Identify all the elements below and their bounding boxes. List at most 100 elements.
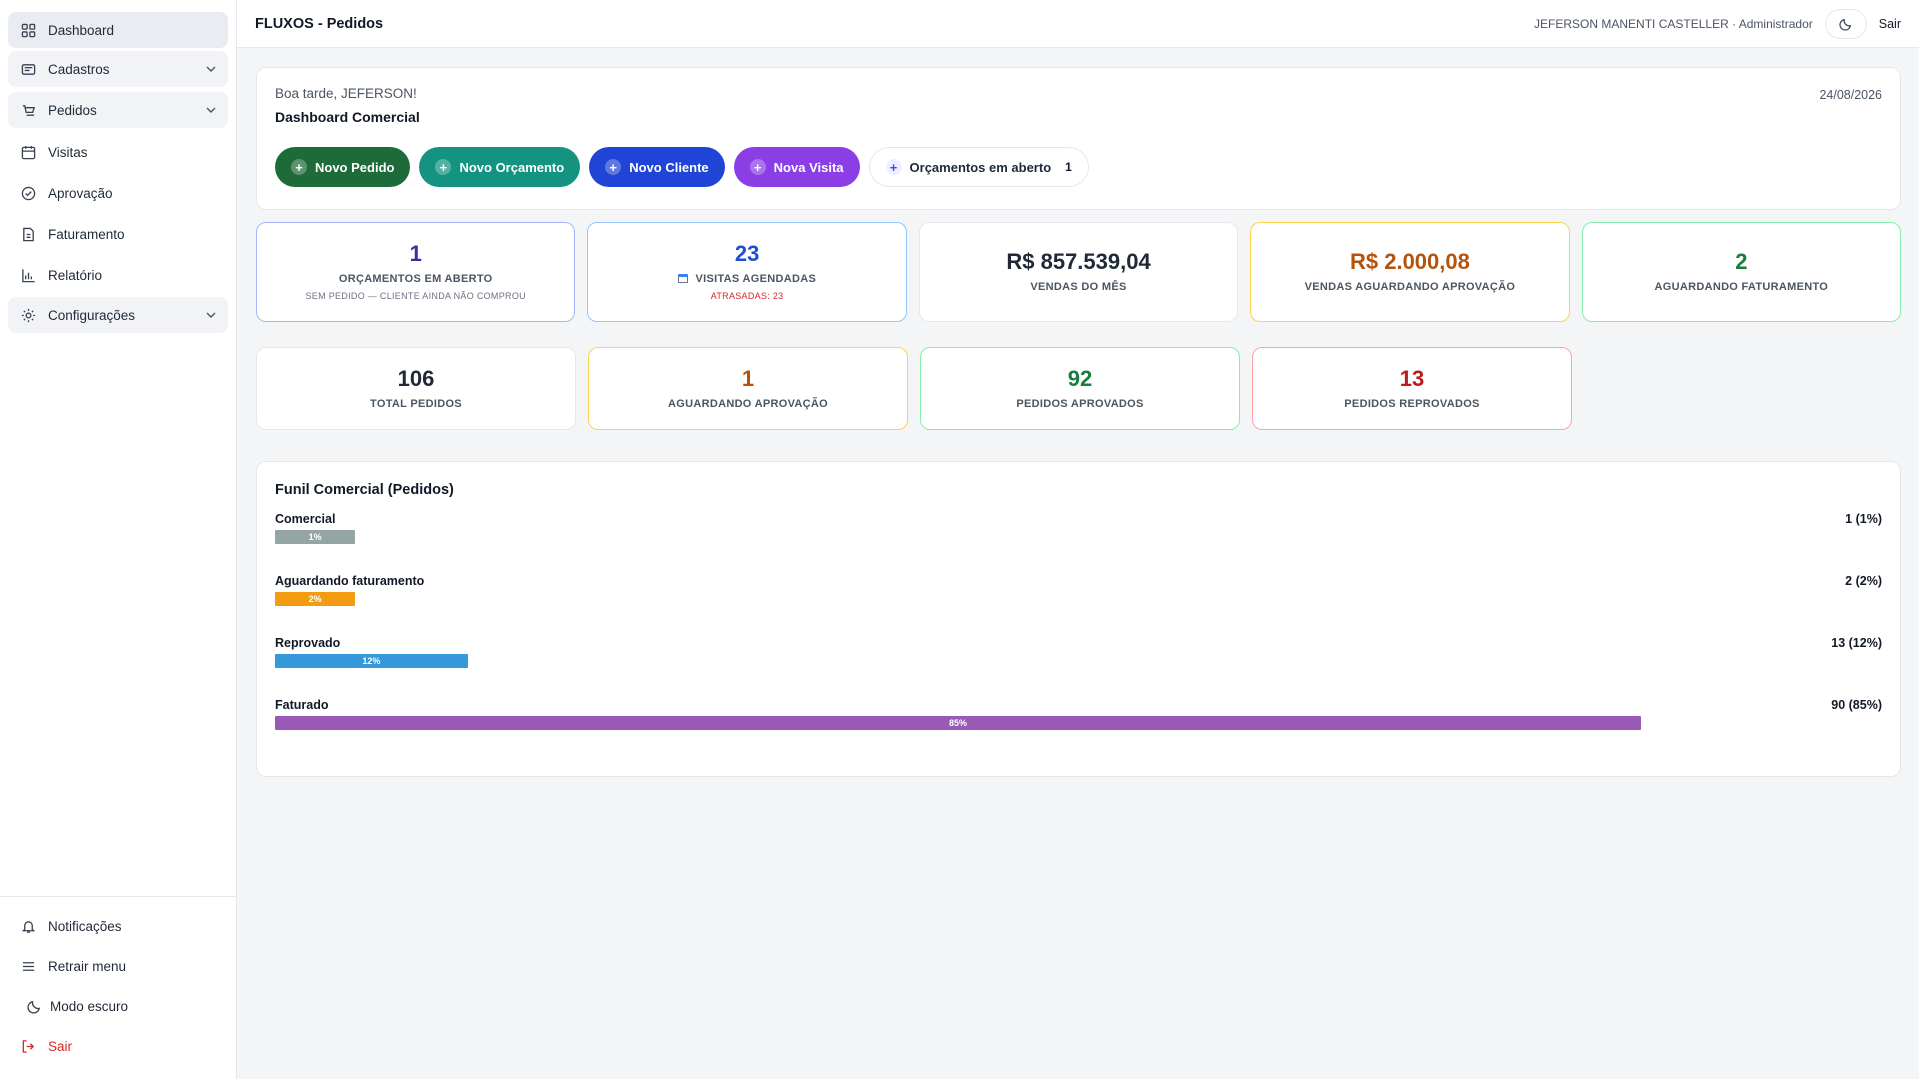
current-date: 24/08/2026 <box>1819 88 1882 102</box>
funnel-row: Aguardando faturamento 2 (2%) 2% <box>275 574 1882 624</box>
sidebar-item-pedidos[interactable]: Pedidos <box>8 92 228 128</box>
dark-mode-label: Modo escuro <box>50 998 129 1014</box>
open-quotes-count: 1 <box>1065 160 1072 174</box>
kpi-label: ORÇAMENTOS EM ABERTO <box>338 273 493 285</box>
sidebar-item-visitas[interactable]: Visitas <box>8 133 228 171</box>
funnel-stage-stat: 1 (1%) <box>1845 512 1882 526</box>
logout-icon <box>20 1038 36 1054</box>
kpi-total-orders[interactable]: 106 TOTAL PEDIDOS <box>256 347 576 430</box>
kpi-value: 92 <box>1067 365 1093 391</box>
notifications-button[interactable]: Notificações <box>8 907 228 945</box>
funnel-bar: 1% <box>275 530 356 544</box>
kpi-value: R$ 2.000,08 <box>1349 249 1470 274</box>
sidebar-item-label: Pedidos <box>48 102 97 118</box>
sidebar-item-label: Visitas <box>48 144 88 160</box>
kpi-label: AGUARDANDO APROVAÇÃO <box>668 397 828 410</box>
page-title: FLUXOS - Pedidos <box>255 15 384 32</box>
funnel-stage-stat: 90 (85%) <box>1831 698 1882 712</box>
new-quote-button[interactable]: + Novo Orçamento <box>419 147 581 187</box>
kpi-scheduled-visits[interactable]: 23 VISITAS AGENDADAS ATRASADAS: 23 <box>587 222 907 322</box>
new-client-label: Novo Cliente <box>629 159 709 175</box>
new-quote-label: Novo Orçamento <box>459 159 565 175</box>
new-client-button[interactable]: + Novo Cliente <box>589 147 725 187</box>
funnel-stage-name: Faturado <box>275 698 329 712</box>
kpi-value: 1 <box>741 365 755 391</box>
funnel-bar-track: 1% <box>275 530 1882 544</box>
collapse-menu-button[interactable]: Retrair menu <box>8 947 228 985</box>
funnel-bar-label: 1% <box>308 532 322 542</box>
kpi-label: PEDIDOS APROVADOS <box>1016 397 1144 410</box>
funnel-bar-track: 2% <box>275 592 1882 606</box>
theme-toggle-button[interactable] <box>1824 8 1867 39</box>
main-content: Boa tarde, JEFERSON! Dashboard Comercial… <box>256 67 1902 777</box>
funnel-stage-name: Comercial <box>275 512 336 526</box>
kpi-awaiting-billing[interactable]: 2 AGUARDANDO FATURAMENTO <box>1581 222 1902 322</box>
open-quotes-label: Orçamentos em aberto <box>909 159 1052 175</box>
gear-icon <box>20 307 36 323</box>
open-quotes-button[interactable]: + Orçamentos em aberto 1 <box>868 147 1089 187</box>
new-order-button[interactable]: + Novo Pedido <box>275 147 411 187</box>
greeting: Boa tarde, JEFERSON! <box>275 86 417 101</box>
kpi-open-quotes[interactable]: 1 ORÇAMENTOS EM ABERTO SEM PEDIDO — CLIE… <box>256 222 576 322</box>
bell-icon <box>20 918 36 934</box>
calendar-icon <box>20 144 36 160</box>
sidebar-item-label: Dashboard <box>48 22 115 38</box>
kpi-row-1: 1 ORÇAMENTOS EM ABERTO SEM PEDIDO — CLIE… <box>256 222 1902 322</box>
funnel-bar-track: 85% <box>275 716 1882 730</box>
logout-button[interactable]: Sair <box>8 1027 228 1065</box>
folder-icon <box>20 61 36 77</box>
sidebar-item-dashboard[interactable]: Dashboard <box>8 12 228 48</box>
kpi-value: 1 <box>409 241 422 266</box>
kpi-sub: SEM PEDIDO — CLIENTE AINDA NÃO COMPROU <box>305 291 526 301</box>
kpi-label-row: VISITAS AGENDADAS <box>678 273 816 285</box>
kpi-approved-orders[interactable]: 92 PEDIDOS APROVADOS <box>920 347 1240 430</box>
dark-mode-button[interactable]: Modo escuro <box>8 987 228 1025</box>
sidebar-item-relatorio[interactable]: Relatório <box>8 256 228 294</box>
moon-icon <box>1839 18 1851 31</box>
funnel-bar: 2% <box>275 592 356 606</box>
bar-chart-icon <box>20 267 36 283</box>
funnel-stage-name: Aguardando faturamento <box>275 574 425 588</box>
sidebar-item-label: Configurações <box>48 307 136 323</box>
sidebar-item-label: Faturamento <box>48 226 125 242</box>
chevron-down-icon <box>206 66 216 72</box>
sidebar-item-label: Cadastros <box>48 61 110 77</box>
kpi-sales-pending-approval[interactable]: R$ 2.000,08 VENDAS AGUARDANDO APROVAÇÃO <box>1250 222 1570 322</box>
funnel-row: Faturado 90 (85%) 85% <box>275 698 1882 748</box>
kpi-value: 106 <box>397 365 435 391</box>
kpi-awaiting-approval[interactable]: 1 AGUARDANDO APROVAÇÃO <box>588 347 908 430</box>
user-name: JEFERSON MANENTI CASTELLER · Administrad… <box>1534 16 1813 31</box>
kpi-value: 2 <box>1735 249 1748 274</box>
kpi-label: TOTAL PEDIDOS <box>370 397 462 410</box>
sidebar-item-faturamento[interactable]: Faturamento <box>8 215 228 253</box>
collapse-menu-label: Retrair menu <box>48 958 127 974</box>
sidebar-item-cadastros[interactable]: Cadastros <box>8 51 228 87</box>
kpi-rejected-orders[interactable]: 13 PEDIDOS REPROVADOS <box>1252 347 1572 430</box>
funnel-row: Reprovado 13 (12%) 12% <box>275 636 1882 686</box>
funnel-row: Comercial 1 (1%) 1% <box>275 512 1882 562</box>
sidebar-item-configuracoes[interactable]: Configurações <box>8 297 228 333</box>
funnel-bar-label: 2% <box>308 594 322 604</box>
calendar-icon <box>678 274 689 283</box>
sidebar-item-label: Relatório <box>48 267 103 283</box>
funnel-title: Funil Comercial (Pedidos) <box>275 482 454 498</box>
menu-icon <box>20 958 36 974</box>
plus-icon: + <box>291 159 307 175</box>
new-visit-label: Nova Visita <box>773 159 844 175</box>
notifications-label: Notificações <box>48 918 122 934</box>
sidebar-nav: Dashboard Cadastros Pedidos Visitas Apro… <box>0 0 236 350</box>
plus-icon: + <box>749 159 766 175</box>
logout-label: Sair <box>48 1038 73 1054</box>
funnel-bar: 85% <box>275 716 1641 730</box>
funnel-bar-label: 85% <box>948 718 967 728</box>
chevron-down-icon <box>206 312 216 318</box>
topbar-logout-link[interactable]: Sair <box>1879 17 1901 31</box>
funnel-bar-track: 12% <box>275 654 1882 668</box>
dashboard-title: Dashboard Comercial <box>275 109 420 125</box>
plus-icon: + <box>605 159 622 175</box>
sidebar-item-aprovacao[interactable]: Aprovação <box>8 174 228 212</box>
quick-actions: + Novo Pedido + Novo Orçamento + Novo Cl… <box>275 147 1882 187</box>
new-visit-button[interactable]: + Nova Visita <box>733 147 860 187</box>
kpi-monthly-sales[interactable]: R$ 857.539,04 VENDAS DO MÊS <box>918 222 1239 322</box>
kpi-value: 23 <box>734 241 760 266</box>
